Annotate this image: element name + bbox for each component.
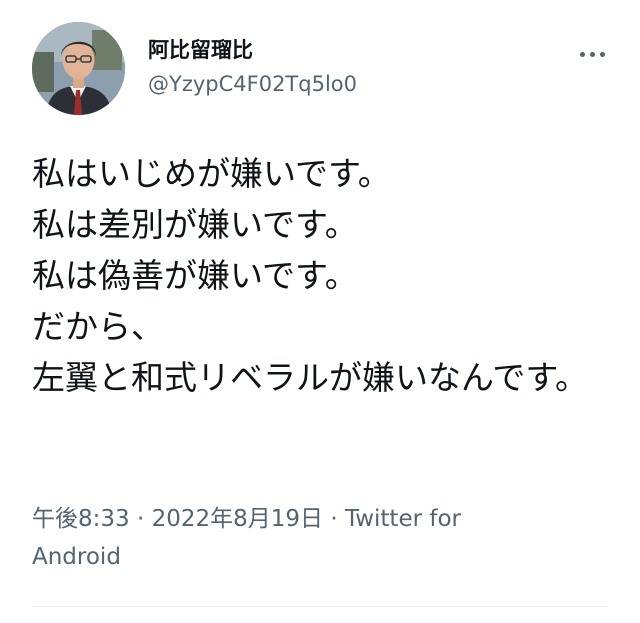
tweet-text: 私はいじめが嫌いです。 私は差別が嫌いです。 私は偽善が嫌いです。 だから、 左… [32, 154, 589, 397]
tweet-meta: 午後8:33 · 2022年8月19日 · Twitter for Androi… [32, 500, 552, 576]
meta-separator: · [129, 506, 152, 532]
tweet-time[interactable]: 午後8:33 [32, 506, 130, 532]
avatar[interactable] [32, 22, 125, 115]
more-horizontal-icon [589, 51, 595, 57]
user-handle[interactable]: @YzypC4F02Tq5lo0 [148, 68, 357, 100]
display-name[interactable]: 阿比留瑠比 [148, 36, 357, 64]
more-options-button[interactable] [572, 42, 612, 66]
more-horizontal-icon [579, 51, 585, 57]
tweet-header: 阿比留瑠比 @YzypC4F02Tq5lo0 [32, 22, 612, 122]
divider [32, 606, 608, 607]
user-names: 阿比留瑠比 @YzypC4F02Tq5lo0 [148, 36, 357, 100]
tweet-date[interactable]: 2022年8月19日 [152, 506, 323, 532]
more-horizontal-icon [599, 51, 605, 57]
user-avatar-photo-icon [32, 22, 125, 115]
meta-separator: · [323, 506, 345, 532]
